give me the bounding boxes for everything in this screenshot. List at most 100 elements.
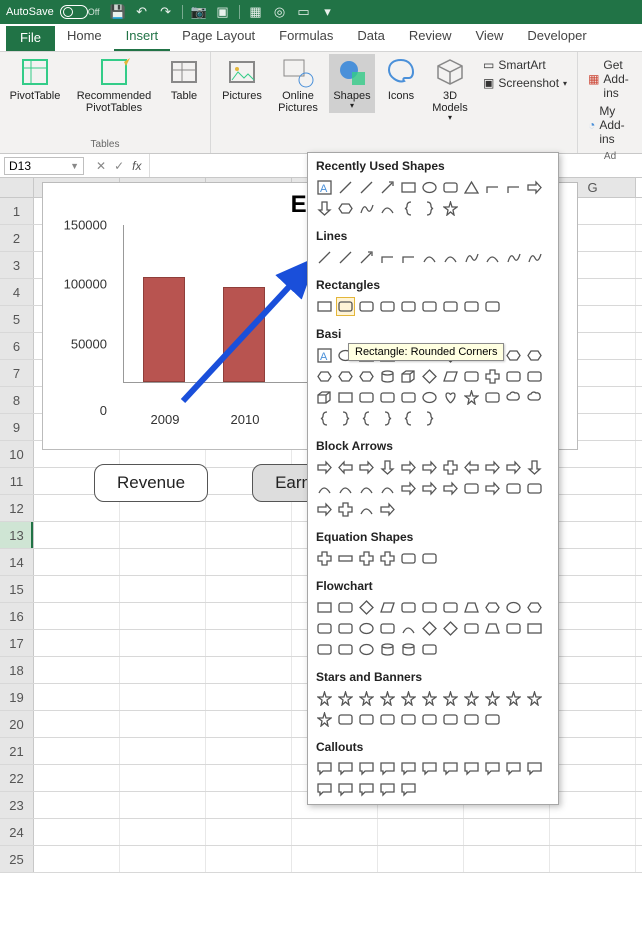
shape-cloud[interactable]	[504, 388, 523, 407]
cell[interactable]	[550, 765, 636, 791]
shape-rrect[interactable]	[441, 178, 460, 197]
cell[interactable]	[206, 792, 292, 818]
cell[interactable]	[34, 738, 120, 764]
shape-cube[interactable]	[399, 367, 418, 386]
shape-rarrow[interactable]	[483, 479, 502, 498]
shape-rrect[interactable]	[336, 598, 355, 617]
cell[interactable]	[120, 684, 206, 710]
shapes-button[interactable]: Shapes▾	[329, 54, 375, 113]
cell[interactable]	[120, 792, 206, 818]
shape-rrect[interactable]	[336, 710, 355, 729]
cell[interactable]	[34, 846, 120, 872]
shape-rarrow[interactable]	[420, 479, 439, 498]
cell[interactable]	[206, 657, 292, 683]
row-header[interactable]: 19	[0, 684, 34, 710]
shape-cyl[interactable]	[378, 367, 397, 386]
shape-star[interactable]	[441, 689, 460, 708]
chevron-down-icon[interactable]: ▼	[70, 161, 79, 171]
row-header[interactable]: 2	[0, 225, 34, 251]
row-header[interactable]: 8	[0, 387, 34, 413]
cell[interactable]	[34, 819, 120, 845]
cell[interactable]	[550, 522, 636, 548]
shape-diam[interactable]	[357, 598, 376, 617]
shape-star[interactable]	[462, 388, 481, 407]
shape-rarrow[interactable]	[504, 458, 523, 477]
shape-elbow[interactable]	[399, 248, 418, 267]
shape-brace2[interactable]	[378, 409, 397, 428]
row-header[interactable]: 14	[0, 549, 34, 575]
shape-rarrow[interactable]	[399, 479, 418, 498]
shape-plus[interactable]	[357, 549, 376, 568]
shape-rrect[interactable]	[336, 297, 355, 316]
shape-line[interactable]	[336, 248, 355, 267]
shape-star[interactable]	[315, 689, 334, 708]
shape-rarrow[interactable]	[315, 500, 334, 519]
shape-free[interactable]	[357, 199, 376, 218]
shape-star[interactable]	[504, 689, 523, 708]
cell[interactable]	[206, 603, 292, 629]
cell[interactable]	[120, 603, 206, 629]
cell[interactable]	[550, 711, 636, 737]
shape-arrow[interactable]	[357, 248, 376, 267]
shape-hex[interactable]	[357, 367, 376, 386]
row-header[interactable]: 25	[0, 846, 34, 872]
cell[interactable]	[120, 522, 206, 548]
tab-data[interactable]: Data	[345, 24, 396, 51]
shape-callout[interactable]	[399, 780, 418, 799]
shape-rrect[interactable]	[420, 549, 439, 568]
shape-rrect[interactable]	[378, 619, 397, 638]
table-button[interactable]: Table	[164, 54, 204, 104]
shape-line[interactable]	[357, 178, 376, 197]
camera-icon[interactable]: 📷	[187, 4, 211, 20]
shape-callout[interactable]	[336, 780, 355, 799]
shape-rarrow[interactable]	[399, 458, 418, 477]
smartart-button[interactable]: ▭SmartArt	[483, 58, 567, 72]
shape-rrect[interactable]	[420, 297, 439, 316]
shape-star[interactable]	[315, 710, 334, 729]
row-header[interactable]: 6	[0, 333, 34, 359]
shape-rarrow[interactable]	[525, 178, 544, 197]
shape-rect[interactable]	[315, 297, 334, 316]
shape-rrect[interactable]	[483, 297, 502, 316]
shape-curve[interactable]	[483, 248, 502, 267]
shape-callout[interactable]	[525, 759, 544, 778]
tab-developer[interactable]: Developer	[515, 24, 598, 51]
online-pictures-button[interactable]: Online Pictures	[273, 54, 323, 116]
cell[interactable]	[120, 765, 206, 791]
shape-brace[interactable]	[399, 409, 418, 428]
cell[interactable]	[550, 792, 636, 818]
fx-icon[interactable]: fx	[132, 159, 141, 173]
shape-cloud[interactable]	[525, 388, 544, 407]
shape-callout[interactable]	[357, 759, 376, 778]
cell[interactable]	[550, 576, 636, 602]
shape-rrect[interactable]	[420, 710, 439, 729]
autosave-toggle[interactable]	[60, 5, 88, 19]
row-header[interactable]: 7	[0, 360, 34, 386]
cell[interactable]	[206, 819, 292, 845]
cancel-icon[interactable]: ✕	[96, 159, 106, 173]
tab-home[interactable]: Home	[55, 24, 114, 51]
row-header[interactable]: 16	[0, 603, 34, 629]
cell[interactable]	[206, 576, 292, 602]
shape-free[interactable]	[462, 248, 481, 267]
cell[interactable]	[550, 684, 636, 710]
group-icon[interactable]: ▦	[244, 4, 268, 20]
shape-darrow[interactable]	[315, 199, 334, 218]
shape-rrect[interactable]	[483, 710, 502, 729]
cell[interactable]	[550, 603, 636, 629]
row-header[interactable]: 1	[0, 198, 34, 224]
shape-rrect[interactable]	[504, 479, 523, 498]
cell[interactable]	[206, 684, 292, 710]
shape-star[interactable]	[336, 689, 355, 708]
shape-rrect[interactable]	[357, 710, 376, 729]
shape-line[interactable]	[315, 248, 334, 267]
cell[interactable]	[34, 684, 120, 710]
cell[interactable]	[120, 630, 206, 656]
cell[interactable]	[120, 846, 206, 872]
shape-plus[interactable]	[483, 367, 502, 386]
shape-heart[interactable]	[441, 388, 460, 407]
shape-trap[interactable]	[483, 619, 502, 638]
shape-paral[interactable]	[378, 598, 397, 617]
row-header[interactable]: 15	[0, 576, 34, 602]
shape-brace[interactable]	[357, 409, 376, 428]
